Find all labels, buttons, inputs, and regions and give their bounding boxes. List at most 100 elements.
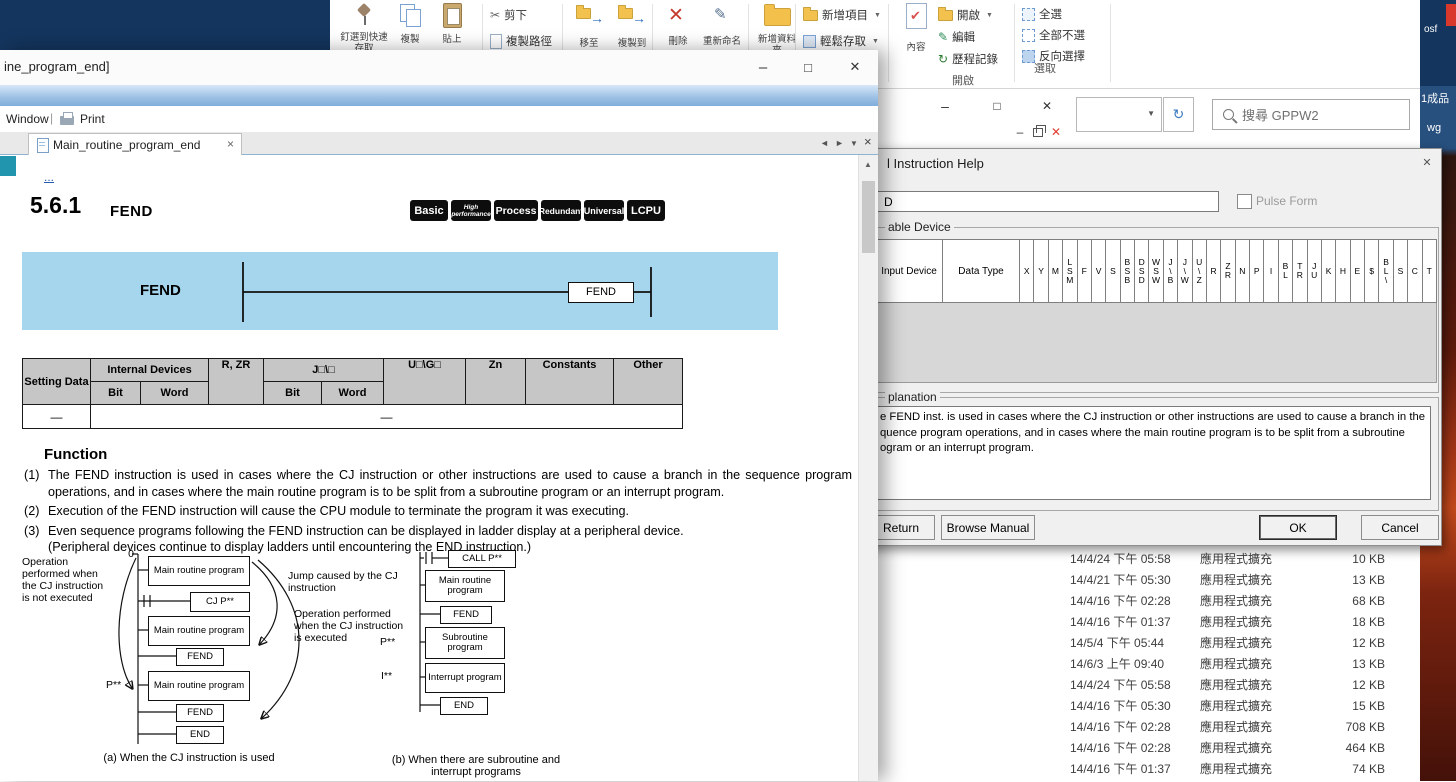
child-minimize-button[interactable]: – xyxy=(1012,124,1028,140)
device-column: U\Z xyxy=(1192,240,1206,302)
device-column: J\B xyxy=(1163,240,1177,302)
badge-basic: Basic xyxy=(410,200,448,221)
file-row[interactable]: 14/4/16 下午 02:28應用程式擴充464 KB xyxy=(1070,737,1420,758)
file-row[interactable]: 14/4/16 下午 02:28應用程式擴充708 KB xyxy=(1070,716,1420,737)
dialog-close-button[interactable]: ✕ xyxy=(1417,153,1437,171)
device-column: I xyxy=(1263,240,1277,302)
doc-close-button[interactable]: ✕ xyxy=(838,54,872,80)
file-row[interactable]: 14/4/16 下午 01:37應用程式擴充74 KB xyxy=(1070,758,1420,779)
diagram-b-p-label: P** xyxy=(380,636,406,648)
properties-button[interactable]: ✔ 內容 xyxy=(896,2,936,58)
file-row[interactable]: 14/6/3 上午 09:40應用程式擴充13 KB xyxy=(1070,653,1420,674)
refresh-button[interactable]: ↻ xyxy=(1163,97,1194,132)
tab-close-icon[interactable]: × xyxy=(227,137,234,151)
device-column: BSB xyxy=(1120,240,1134,302)
open-button[interactable]: 開啟 ▼ xyxy=(938,7,993,23)
child-close-button[interactable]: ✕ xyxy=(1048,124,1064,140)
open-icon xyxy=(938,10,953,21)
device-column: K xyxy=(1321,240,1335,302)
move-to-button[interactable]: → 移至 xyxy=(568,4,610,56)
scroll-up-icon[interactable]: ▲ xyxy=(864,160,872,169)
more-link[interactable]: ... xyxy=(44,170,54,184)
invert-selection-label: 反向選擇 xyxy=(1039,48,1085,64)
chevron-down-icon: ▼ xyxy=(1147,109,1155,118)
select-none-button[interactable]: 全部不選 xyxy=(1022,27,1085,43)
file-row[interactable]: 14/4/24 下午 05:58應用程式擴充12 KB xyxy=(1070,674,1420,695)
copy-path-button[interactable]: 複製路徑 xyxy=(490,33,552,49)
window-minimize-button[interactable]: – xyxy=(928,95,962,117)
open-label: 開啟 xyxy=(957,7,980,23)
document-scrollbar[interactable]: ▲ xyxy=(858,155,878,781)
select-group-label: 選取 xyxy=(1022,64,1114,75)
browse-manual-button[interactable]: Browse Manual xyxy=(941,515,1035,540)
window-close-button[interactable]: ✕ xyxy=(1030,95,1064,117)
properties-label: 內容 xyxy=(896,42,936,53)
search-input[interactable]: 搜尋 GPPW2 xyxy=(1212,99,1410,130)
doc-maximize-button[interactable]: □ xyxy=(791,54,825,80)
pin-to-quick-access-button[interactable]: 釘選到快速存取 xyxy=(338,2,390,54)
file-date: 14/4/16 下午 01:37 xyxy=(1070,760,1200,777)
instruction-input[interactable]: D xyxy=(871,191,1219,212)
ladder-fend-box: FEND xyxy=(568,282,634,303)
tab-nav-right-icon[interactable]: ► xyxy=(835,138,844,148)
file-size: 15 KB xyxy=(1318,699,1420,713)
move-to-icon xyxy=(576,8,591,19)
copy-icon xyxy=(398,2,424,28)
file-date: 14/4/16 下午 02:28 xyxy=(1070,718,1200,735)
copy-path-label: 複製路徑 xyxy=(506,33,552,49)
chevron-down-icon: ▼ xyxy=(986,12,993,19)
child-restore-button[interactable] xyxy=(1030,124,1046,140)
desktop-text-fragment: osf xyxy=(1424,24,1437,35)
copy-button[interactable]: 複製 xyxy=(390,2,430,54)
new-item-button[interactable]: 新增項目 ▼ xyxy=(803,7,881,23)
tab-main-routine-program-end[interactable]: Main_routine_program_end × xyxy=(28,133,242,155)
col-constants: Constants xyxy=(526,359,614,405)
badge-lcpu: LCPU xyxy=(627,200,665,221)
delete-button[interactable]: ✕ 刪除 xyxy=(658,2,698,54)
file-date: 14/4/16 下午 01:37 xyxy=(1070,613,1200,630)
file-row[interactable]: 14/4/21 下午 05:30應用程式擴充13 KB xyxy=(1070,569,1420,590)
file-row[interactable]: 14/5/4 下午 05:44應用程式擴充12 KB xyxy=(1070,632,1420,653)
menu-print[interactable]: Print xyxy=(80,112,105,126)
cut-button[interactable]: ✂ 剪下 xyxy=(490,7,527,23)
file-date: 14/4/16 下午 05:30 xyxy=(1070,697,1200,714)
paste-button[interactable]: 貼上 xyxy=(432,2,472,54)
tabbar-close-icon[interactable]: × xyxy=(864,134,872,149)
menu-window[interactable]: Window xyxy=(6,112,49,126)
search-icon xyxy=(1223,109,1234,120)
file-row[interactable]: 14/4/16 下午 02:28應用程式擴充68 KB xyxy=(1070,590,1420,611)
scroll-thumb[interactable] xyxy=(862,181,875,253)
easy-access-label: 輕鬆存取 xyxy=(820,33,866,49)
select-all-button[interactable]: 全選 xyxy=(1022,6,1062,22)
check-icon: ✔ xyxy=(910,8,921,24)
device-column: M xyxy=(1048,240,1062,302)
file-type: 應用程式擴充 xyxy=(1200,655,1318,672)
easy-access-button[interactable]: 輕鬆存取 ▼ xyxy=(803,33,879,49)
new-item-label: 新增項目 xyxy=(822,7,868,23)
cell-devices-dash: — xyxy=(91,405,683,429)
tab-nav-left-icon[interactable]: ◄ xyxy=(820,138,829,148)
background-window-titlebar xyxy=(0,0,330,55)
history-button[interactable]: ↻ 歷程記錄 xyxy=(938,51,998,67)
device-table: Input Device Data Type XYMLSMFVSBSBDSDWS… xyxy=(875,239,1437,303)
address-dropdown[interactable]: ▼ xyxy=(1076,97,1162,132)
file-row[interactable]: 14/4/24 下午 05:58應用程式擴充10 KB xyxy=(1070,548,1420,569)
file-row[interactable]: 14/4/16 下午 01:37應用程式擴充18 KB xyxy=(1070,611,1420,632)
doc-minimize-button[interactable]: – xyxy=(746,54,780,80)
rename-icon: ✎ xyxy=(714,5,727,23)
invert-selection-button[interactable]: 反向選擇 xyxy=(1022,48,1085,64)
new-folder-button[interactable]: 新增資料夾 xyxy=(754,2,800,56)
edit-button[interactable]: ✎ 編輯 xyxy=(938,29,975,45)
window-maximize-button[interactable]: □ xyxy=(980,95,1014,117)
pulse-form-checkbox[interactable] xyxy=(1237,194,1252,209)
copy-to-button[interactable]: → 複製到 xyxy=(610,4,654,56)
ok-button[interactable]: OK xyxy=(1259,515,1337,540)
cancel-button[interactable]: Cancel xyxy=(1361,515,1439,540)
file-size: 68 KB xyxy=(1318,594,1420,608)
file-row[interactable]: 14/4/16 下午 05:30應用程式擴充15 KB xyxy=(1070,695,1420,716)
tab-list-dropdown-icon[interactable]: ▼ xyxy=(850,139,858,148)
explanation-line: ogram or an interrupt program. xyxy=(880,441,1426,457)
explanation-text-area[interactable]: e FEND inst. is used in cases where the … xyxy=(875,406,1431,500)
rename-button[interactable]: ✎ 重新命名 xyxy=(698,2,746,54)
diagram-b-main-box: Main routine program xyxy=(425,570,505,602)
